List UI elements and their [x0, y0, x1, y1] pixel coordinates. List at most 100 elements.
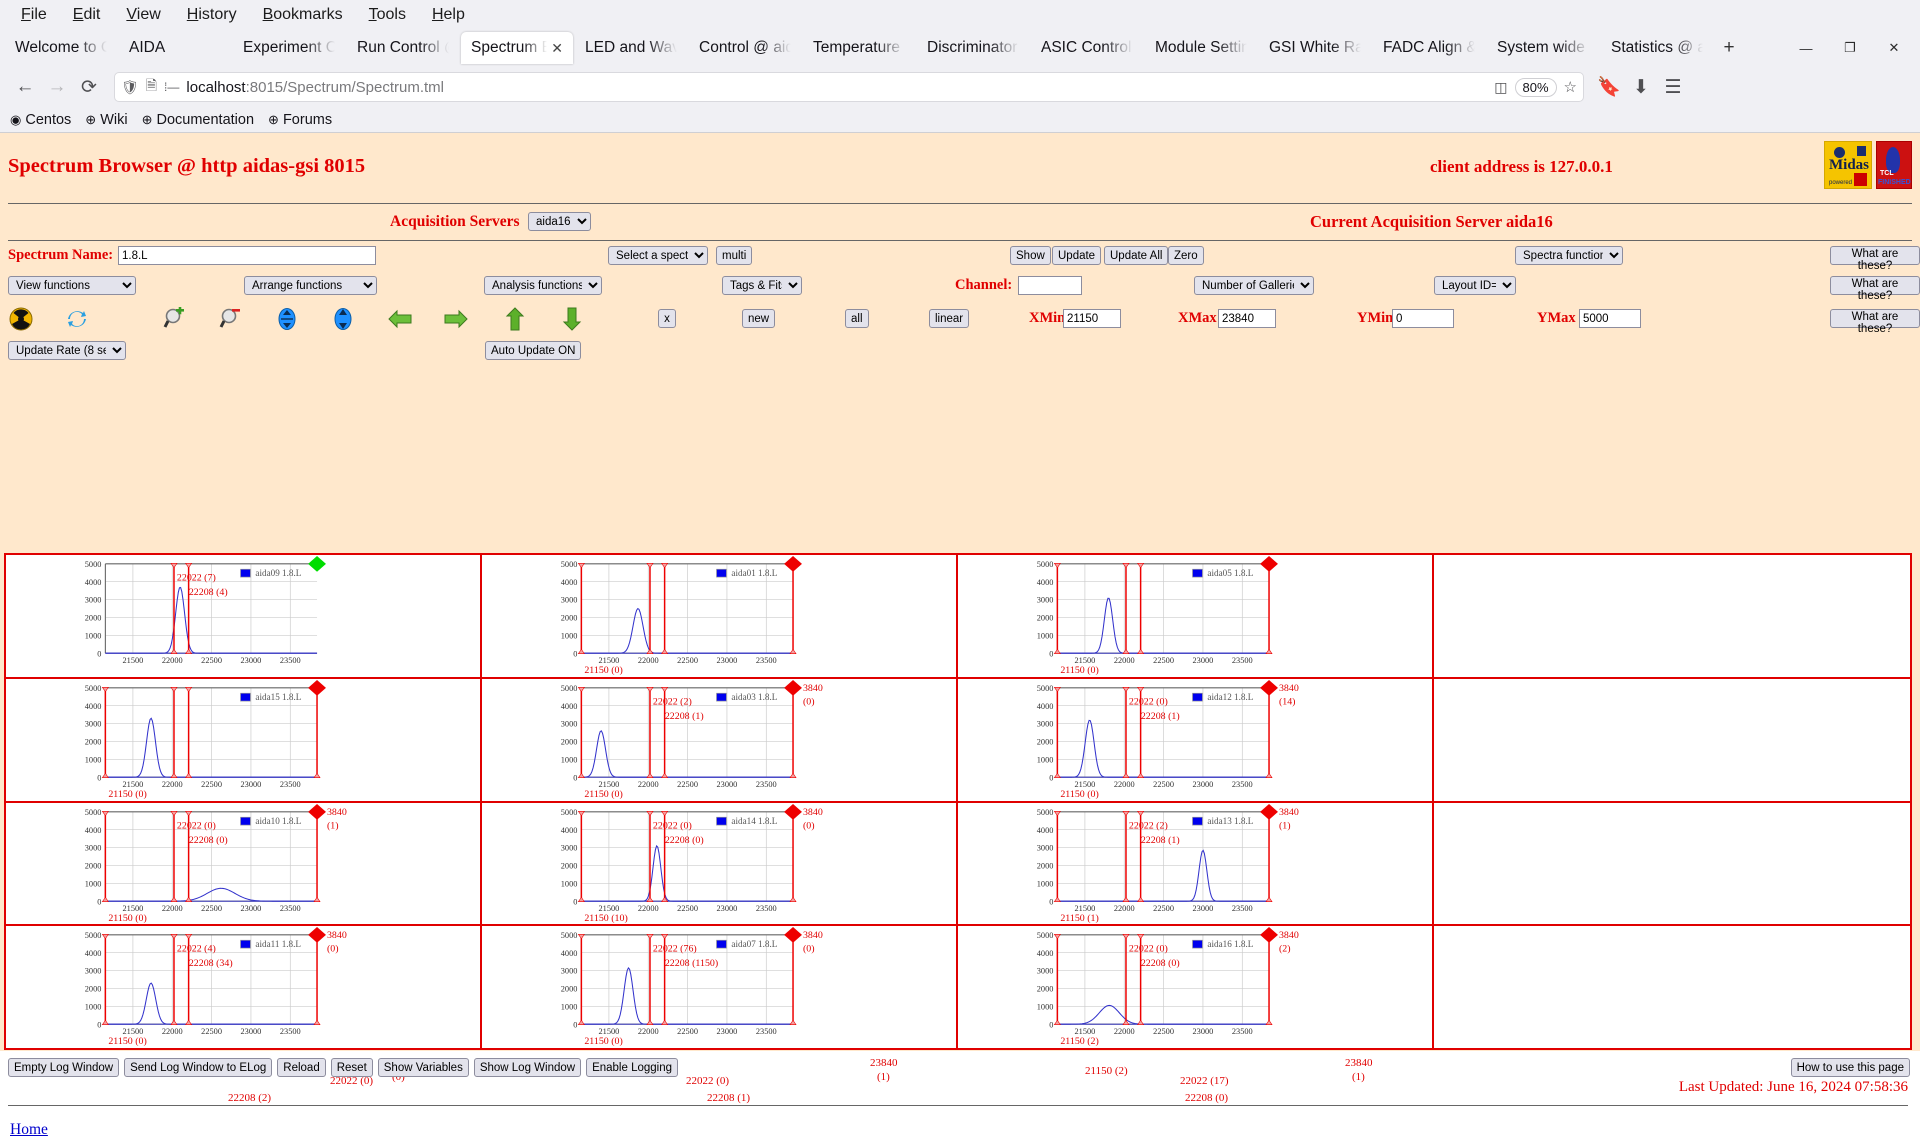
- view-functions-dropdown[interactable]: View functions: [8, 276, 136, 295]
- browser-tab-4[interactable]: Spectrum Browser✕: [461, 32, 573, 64]
- new-button[interactable]: new: [742, 309, 776, 328]
- maximize-button[interactable]: ❐: [1828, 33, 1872, 63]
- browser-tab-13[interactable]: System wide Ch: [1487, 32, 1599, 64]
- menu-item-bookmarks[interactable]: Bookmarks: [250, 3, 356, 27]
- gallery-cell-aida15[interactable]: 5000 4000 3000 2000 1000 0 21500 22000 22500 2300…: [6, 678, 482, 803]
- downloads-icon[interactable]: ⬇: [1626, 72, 1656, 102]
- auto-update-button[interactable]: Auto Update ON: [485, 341, 582, 360]
- multi-button[interactable]: multi: [716, 246, 753, 265]
- what-are-these-button-2[interactable]: What are these?: [1830, 276, 1920, 302]
- footer-button-send-log-window-to-elog[interactable]: Send Log Window to ELog: [124, 1058, 273, 1077]
- gallery-cell-aida10[interactable]: 5000 4000 3000 2000 1000 0 21500 22000 22500 2300…: [6, 802, 482, 927]
- browser-tab-0[interactable]: Welcome to Centos: [5, 32, 117, 64]
- gallery-cell-aida11[interactable]: 5000 4000 3000 2000 1000 0 21500 22000 22500 2300…: [6, 926, 482, 1050]
- update-all-button[interactable]: Update All: [1104, 246, 1169, 265]
- arrow-down-icon[interactable]: [557, 304, 587, 334]
- acquisition-server-select[interactable]: aida16: [528, 212, 591, 231]
- how-to-use-button[interactable]: How to use this page: [1790, 1058, 1910, 1077]
- radiation-icon[interactable]: [6, 304, 36, 334]
- menu-item-file[interactable]: File: [8, 3, 60, 27]
- xmax-input[interactable]: [1218, 309, 1276, 328]
- pocket-icon[interactable]: 🔖: [1594, 72, 1624, 102]
- bookmark-star-icon[interactable]: ☆: [1564, 78, 1577, 96]
- back-icon[interactable]: ←: [10, 72, 40, 102]
- spectrum-name-input[interactable]: [118, 246, 376, 265]
- browser-tab-7[interactable]: Temperature and: [803, 32, 915, 64]
- arrow-up-icon[interactable]: [500, 304, 530, 334]
- gallery-cell-aida13[interactable]: 5000 4000 3000 2000 1000 0 21500 22000 22500 2300…: [958, 802, 1434, 927]
- menu-item-edit[interactable]: Edit: [60, 3, 114, 27]
- zero-button[interactable]: Zero: [1168, 246, 1204, 265]
- spectrum-plot[interactable]: 5000 4000 3000 2000 1000 0 21500 22000 22500 2300…: [958, 803, 1432, 925]
- xmin-input[interactable]: [1063, 309, 1121, 328]
- app-menu-icon[interactable]: ☰: [1658, 72, 1688, 102]
- gallery-cell-aida16[interactable]: 5000 4000 3000 2000 1000 0 21500 22000 22500 2300…: [958, 926, 1434, 1050]
- browser-tab-14[interactable]: Statistics @ aida: [1601, 32, 1713, 64]
- spectra-functions-dropdown[interactable]: Spectra functions: [1515, 246, 1623, 265]
- arrow-left-icon[interactable]: [385, 304, 415, 334]
- browser-tab-1[interactable]: AIDA: [119, 32, 231, 64]
- close-tab-icon[interactable]: ✕: [551, 40, 563, 57]
- forward-icon[interactable]: →: [42, 72, 72, 102]
- gallery-cell-aida14[interactable]: 5000 4000 3000 2000 1000 0 21500 22000 22500 2300…: [482, 802, 958, 927]
- menu-item-view[interactable]: View: [113, 3, 173, 27]
- spectrum-plot[interactable]: 5000 4000 3000 2000 1000 0 21500 22000 22500 2300…: [958, 926, 1432, 1048]
- reader-view-icon[interactable]: ◫: [1494, 79, 1507, 96]
- analysis-functions-dropdown[interactable]: Analysis functions: [484, 276, 602, 295]
- select-spectrum-dropdown[interactable]: Select a spectrum: [608, 246, 708, 265]
- spectrum-plot[interactable]: 5000 4000 3000 2000 1000 0 21500 22000 22500 2300…: [958, 555, 1432, 677]
- channel-input[interactable]: [1018, 276, 1082, 295]
- spectrum-plot[interactable]: 5000 4000 3000 2000 1000 0 21500 22000 22500 2300…: [6, 803, 480, 925]
- browser-tab-3[interactable]: Run Control @ aidas: [347, 32, 459, 64]
- gallery-cell-empty[interactable]: [1434, 678, 1910, 803]
- gallery-cell-aida09[interactable]: 5000 4000 3000 2000 1000 0 21500 22000 22500 2300…: [6, 555, 482, 679]
- browser-tab-12[interactable]: FADC Align & Co: [1373, 32, 1485, 64]
- bookmark-documentation[interactable]: ⊕ Documentation: [142, 112, 254, 128]
- spectrum-plot[interactable]: 5000 4000 3000 2000 1000 0 21500 22000 22500 2300…: [482, 803, 956, 925]
- arrange-functions-dropdown[interactable]: Arrange functions: [244, 276, 377, 295]
- close-window-button[interactable]: ✕: [1872, 33, 1916, 63]
- expand-vertical-icon[interactable]: [328, 304, 358, 334]
- spectrum-plot[interactable]: 5000 4000 3000 2000 1000 0 21500 22000 22500 2300…: [482, 926, 956, 1048]
- footer-button-show-variables[interactable]: Show Variables: [377, 1058, 469, 1077]
- spectrum-plot[interactable]: 5000 4000 3000 2000 1000 0 21500 22000 22500 2300…: [482, 679, 956, 801]
- gallery-cell-empty[interactable]: [1434, 555, 1910, 679]
- ymax-input[interactable]: [1579, 309, 1641, 328]
- browser-tab-5[interactable]: LED and Waveform: [575, 32, 687, 64]
- gallery-cell-empty[interactable]: [1434, 926, 1910, 1050]
- footer-button-empty-log-window[interactable]: Empty Log Window: [8, 1058, 120, 1077]
- compress-vertical-icon[interactable]: [272, 304, 302, 334]
- spectrum-plot[interactable]: 5000 4000 3000 2000 1000 0 21500 22000 22500 2300…: [958, 679, 1432, 801]
- menu-item-history[interactable]: History: [174, 3, 250, 27]
- new-tab-icon[interactable]: +: [1714, 30, 1744, 66]
- linear-button[interactable]: linear: [929, 309, 970, 328]
- permissions-icon[interactable]: ⁞—: [164, 80, 179, 94]
- show-button[interactable]: Show: [1010, 246, 1051, 265]
- zoom-in-icon[interactable]: [160, 304, 190, 334]
- update-rate-dropdown[interactable]: Update Rate (8 secs): [8, 341, 126, 360]
- gallery-cell-aida03[interactable]: 5000 4000 3000 2000 1000 0 21500 22000 22500 2300…: [482, 678, 958, 803]
- footer-button-enable-logging[interactable]: Enable Logging: [586, 1058, 679, 1077]
- footer-button-reset[interactable]: Reset: [330, 1058, 373, 1077]
- spectrum-plot[interactable]: 5000 4000 3000 2000 1000 0 21500 22000 22500 2300…: [6, 926, 480, 1048]
- browser-tab-9[interactable]: ASIC Control @: [1031, 32, 1143, 64]
- bookmark-centos[interactable]: ◉ Centos: [10, 112, 71, 128]
- menu-item-help[interactable]: Help: [419, 3, 478, 27]
- spectrum-plot[interactable]: 5000 4000 3000 2000 1000 0 21500 22000 22500 2300…: [6, 679, 480, 801]
- menu-item-tools[interactable]: Tools: [356, 3, 419, 27]
- gallery-cell-empty[interactable]: [1434, 802, 1910, 927]
- what-are-these-button-1[interactable]: What are these?: [1830, 246, 1920, 272]
- zoom-level-badge[interactable]: 80%: [1514, 77, 1557, 97]
- footer-button-reload[interactable]: Reload: [277, 1058, 326, 1077]
- bookmark-wiki[interactable]: ⊕ Wiki: [85, 112, 127, 128]
- arrow-right-icon[interactable]: [441, 304, 471, 334]
- bookmark-forums[interactable]: ⊕ Forums: [268, 112, 332, 128]
- what-are-these-button-3[interactable]: What are these?: [1830, 309, 1920, 335]
- minimize-button[interactable]: —: [1784, 33, 1828, 63]
- browser-tab-2[interactable]: Experiment Control: [233, 32, 345, 64]
- browser-tab-6[interactable]: Control @ aidas: [689, 32, 801, 64]
- browser-tab-10[interactable]: Module Settings: [1145, 32, 1257, 64]
- zoom-out-icon[interactable]: [216, 304, 246, 334]
- layout-id-dropdown[interactable]: Layout ID=3: [1434, 276, 1516, 295]
- reload-icon[interactable]: ⟳: [74, 72, 104, 102]
